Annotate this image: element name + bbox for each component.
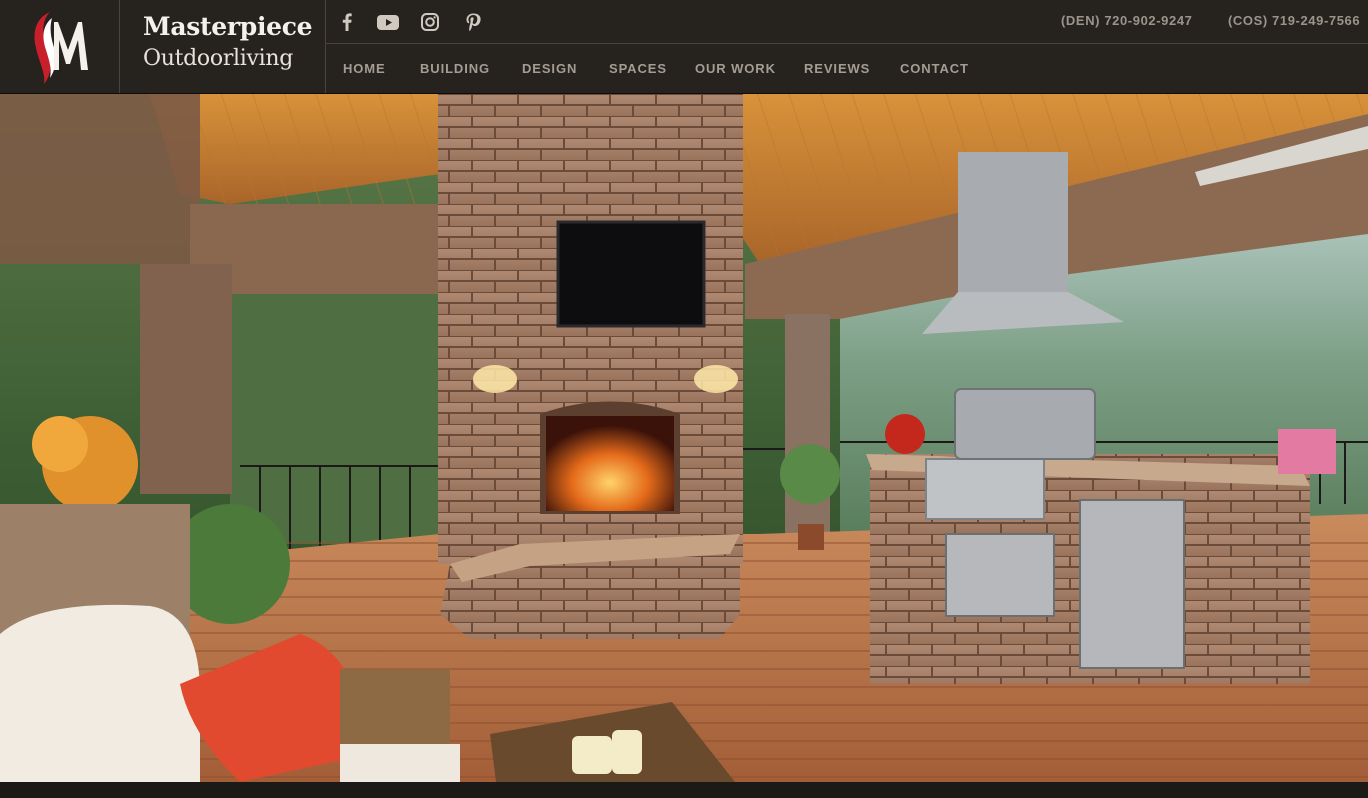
- phone-den[interactable]: (DEN) 720-902-9247: [1061, 13, 1192, 28]
- bottom-bar: [0, 782, 1368, 798]
- facebook-icon[interactable]: [336, 11, 358, 33]
- site-header: Masterpiece Outdoorliving (DEN) 720-902-…: [0, 0, 1368, 94]
- phone-cos[interactable]: (COS) 719-249-7566: [1228, 13, 1360, 28]
- brand-name-line2: Outdoorliving: [143, 46, 294, 71]
- main-nav: HOME BUILDING DESIGN SPACES OUR WORK REV…: [326, 44, 1368, 93]
- logo[interactable]: [0, 0, 120, 93]
- instagram-icon[interactable]: [419, 11, 441, 33]
- nav-item-design[interactable]: DESIGN: [522, 61, 577, 76]
- nav-item-reviews[interactable]: REVIEWS: [804, 61, 870, 76]
- nav-item-building[interactable]: BUILDING: [420, 61, 490, 76]
- hero-image: [0, 94, 1368, 782]
- youtube-icon[interactable]: [376, 11, 400, 33]
- brand-name[interactable]: Masterpiece Outdoorliving: [120, 0, 326, 93]
- nav-item-home[interactable]: HOME: [343, 61, 386, 76]
- outdoor-living-photo: [0, 94, 1368, 782]
- nav-item-contact[interactable]: CONTACT: [900, 61, 969, 76]
- brand-name-line1: Masterpiece: [143, 12, 313, 41]
- nav-item-our-work[interactable]: OUR WORK: [695, 61, 776, 76]
- sm-monogram-logo-icon: [34, 12, 88, 84]
- social-bar: (DEN) 720-902-9247 (COS) 719-249-7566: [326, 0, 1368, 44]
- nav-item-spaces[interactable]: SPACES: [609, 61, 667, 76]
- pinterest-icon[interactable]: [462, 11, 484, 33]
